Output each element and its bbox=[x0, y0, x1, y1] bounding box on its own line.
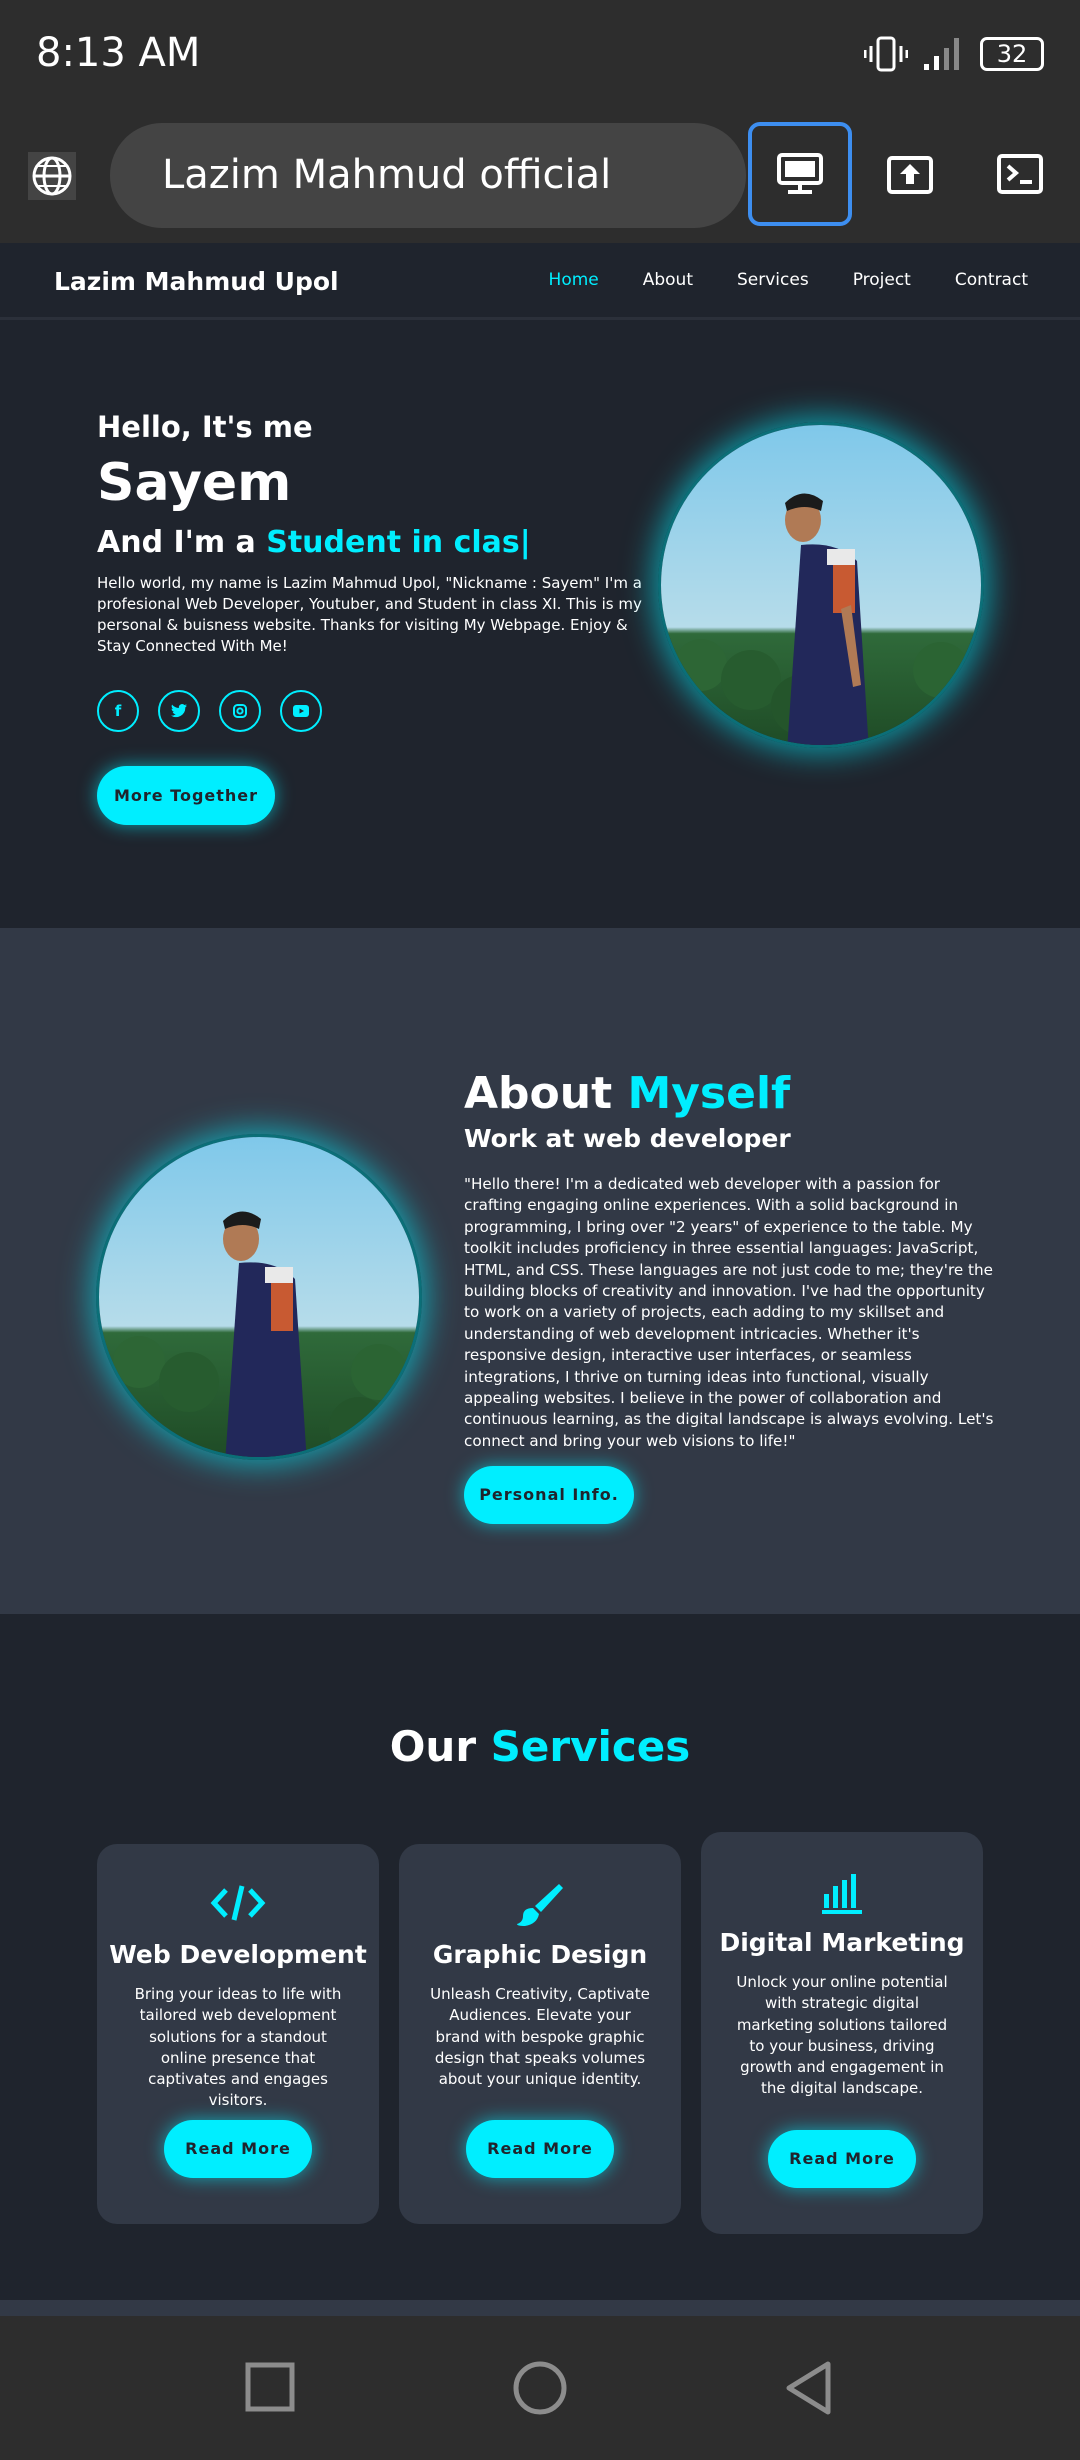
paintbrush-icon bbox=[399, 1880, 681, 1933]
console-button[interactable] bbox=[968, 122, 1072, 226]
service-card-title: Web Development bbox=[109, 1940, 367, 1969]
about-section: About Myself Work at web developer "Hell… bbox=[0, 928, 1080, 1614]
nav-link-about[interactable]: About bbox=[643, 270, 693, 290]
service-card-graphic-design: Graphic Design Unleash Creativity, Capti… bbox=[399, 1844, 681, 2224]
globe-icon[interactable] bbox=[28, 152, 76, 200]
browser-toolbar: Lazim Mahmud official bbox=[0, 108, 1080, 243]
about-title-accent: Myself bbox=[627, 1068, 791, 1119]
about-title: About Myself bbox=[464, 1068, 790, 1119]
status-bar: 8:13 AM 32 bbox=[0, 0, 1080, 108]
about-title-main: About bbox=[464, 1068, 628, 1119]
hero-portrait-image bbox=[658, 422, 984, 748]
about-subtitle: Work at web developer bbox=[464, 1124, 791, 1153]
instagram-icon[interactable] bbox=[219, 690, 261, 732]
typing-caret: | bbox=[519, 525, 531, 560]
nav-link-services[interactable]: Services bbox=[737, 270, 809, 290]
social-links: f bbox=[97, 690, 322, 732]
services-title-main: Our bbox=[389, 1722, 491, 1771]
site-header: Lazim Mahmud Upol Home About Services Pr… bbox=[0, 243, 1080, 320]
share-button[interactable] bbox=[858, 122, 962, 226]
read-more-button[interactable]: Read More bbox=[466, 2120, 614, 2178]
recents-icon[interactable] bbox=[245, 2362, 295, 2412]
service-card-title: Graphic Design bbox=[432, 1940, 648, 1969]
status-icons: 32 bbox=[864, 34, 1044, 74]
nav-link-home[interactable]: Home bbox=[549, 270, 599, 290]
upload-icon bbox=[887, 156, 933, 194]
signal-icon bbox=[924, 38, 959, 70]
read-more-button[interactable]: Read More bbox=[164, 2120, 312, 2178]
personal-info-button[interactable]: Personal Info. bbox=[464, 1466, 634, 1524]
back-icon[interactable] bbox=[784, 2360, 834, 2416]
bar-chart-icon bbox=[701, 1870, 983, 1919]
site-nav-links: Home About Services Project Contract bbox=[505, 270, 1028, 290]
service-card-description: Unleash Creativity, Captivate Audiences.… bbox=[430, 1985, 650, 2089]
service-card-digital-marketing: Digital Marketing Unlock your online pot… bbox=[701, 1832, 983, 2234]
site-logo[interactable]: Lazim Mahmud Upol bbox=[54, 267, 339, 296]
service-card-web-development: Web Development Bring your ideas to life… bbox=[97, 1844, 379, 2224]
hero-description: Hello world, my name is Lazim Mahmud Upo… bbox=[97, 574, 642, 655]
desktop-mode-button[interactable] bbox=[748, 122, 852, 226]
system-navigation-bar bbox=[0, 2316, 1080, 2460]
service-card-description: Unlock your online potential with strate… bbox=[736, 1973, 948, 2098]
about-portrait-image bbox=[96, 1134, 422, 1460]
services-title-accent: Services bbox=[490, 1722, 691, 1771]
service-card-title: Digital Marketing bbox=[719, 1928, 965, 1957]
vibrate-icon bbox=[864, 36, 908, 72]
hero-greeting: Hello, It's me bbox=[97, 410, 313, 444]
status-time: 8:13 AM bbox=[36, 30, 201, 76]
nav-link-project[interactable]: Project bbox=[853, 270, 911, 290]
hero-name: Sayem bbox=[97, 453, 292, 513]
facebook-icon[interactable]: f bbox=[97, 690, 139, 732]
services-section: Our Services Web Development Bring your … bbox=[0, 1614, 1080, 2300]
twitter-icon[interactable] bbox=[158, 690, 200, 732]
services-title: Our Services bbox=[0, 1722, 1080, 1771]
battery-icon: 32 bbox=[980, 37, 1044, 71]
read-more-button[interactable]: Read More bbox=[768, 2130, 916, 2188]
service-card-description: Bring your ideas to life with tailored w… bbox=[134, 1985, 342, 2110]
nav-link-contract[interactable]: Contract bbox=[955, 270, 1028, 290]
hero-section: Hello, It's me Sayem And I'm a Student i… bbox=[0, 320, 1080, 928]
about-description: "Hello there! I'm a dedicated web develo… bbox=[464, 1175, 994, 1450]
monitor-icon bbox=[777, 153, 823, 194]
youtube-icon[interactable] bbox=[280, 690, 322, 732]
footer-strip bbox=[0, 2300, 1080, 2316]
hero-role-prefix: And I'm a bbox=[97, 525, 267, 560]
hero-role-typed: Student in clas bbox=[266, 525, 520, 560]
more-together-button[interactable]: More Together bbox=[97, 766, 275, 825]
code-icon bbox=[97, 1882, 379, 1929]
terminal-icon bbox=[997, 154, 1043, 194]
home-icon[interactable] bbox=[512, 2360, 568, 2416]
hero-role: And I'm a Student in clas| bbox=[97, 525, 531, 560]
url-bar[interactable]: Lazim Mahmud official bbox=[110, 123, 746, 228]
